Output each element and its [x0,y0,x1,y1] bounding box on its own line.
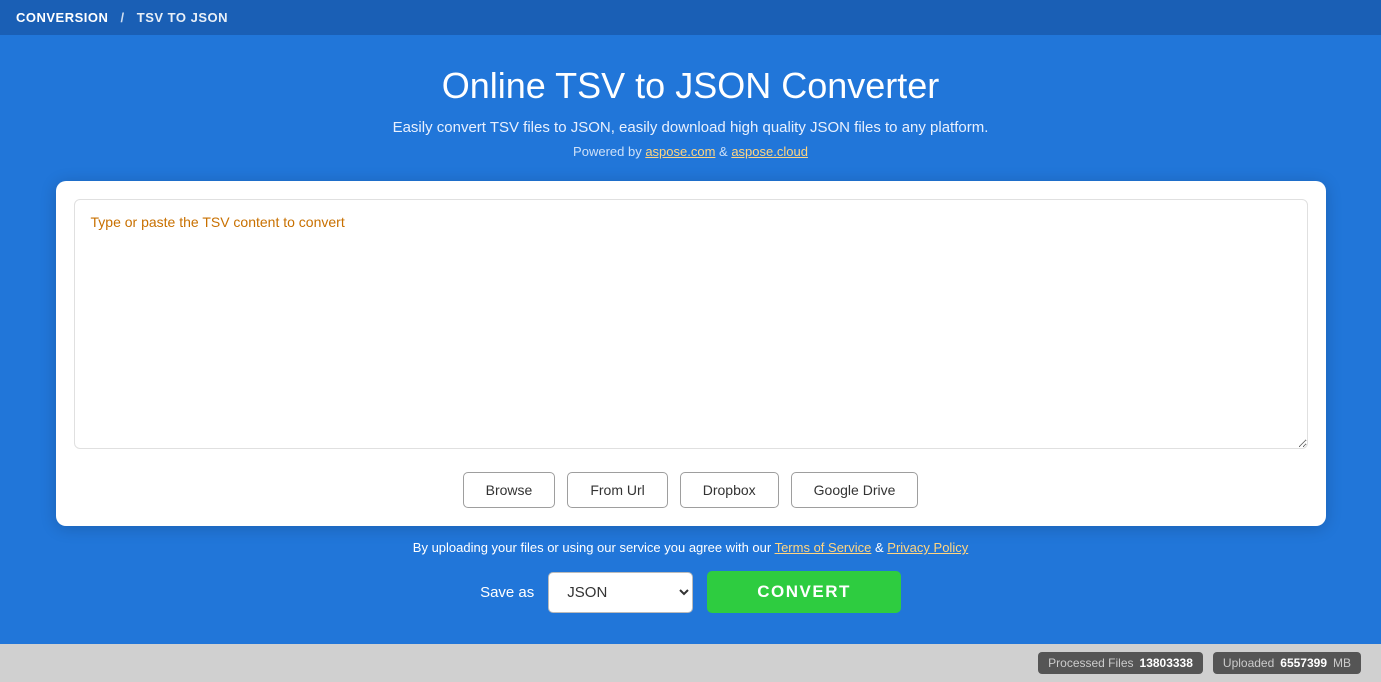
aspose-cloud-link[interactable]: aspose.cloud [731,144,808,159]
ampersand: & [715,144,731,159]
browse-button[interactable]: Browse [463,472,556,508]
uploaded-unit: MB [1333,656,1351,670]
uploaded-label: Uploaded [1223,656,1274,670]
powered-by: Powered by aspose.com & aspose.cloud [573,144,808,159]
google-drive-button[interactable]: Google Drive [791,472,919,508]
processed-files-value: 13803338 [1140,656,1193,670]
convert-button[interactable]: CONVERT [707,571,901,613]
powered-by-prefix: Powered by [573,144,645,159]
tsv-input[interactable] [74,199,1308,449]
subtitle: Easily convert TSV files to JSON, easily… [393,119,989,136]
from-url-button[interactable]: From Url [567,472,667,508]
converter-card: Browse From Url Dropbox Google Drive [56,181,1326,526]
breadcrumb-separator: / [121,10,125,25]
top-bar: CONVERSION / TSV TO JSON [0,0,1381,35]
terms-prefix: By uploading your files or using our ser… [413,540,775,555]
save-as-label: Save as [480,584,534,601]
processed-files-label: Processed Files [1048,656,1133,670]
uploaded-badge: Uploaded 6557399 MB [1213,652,1361,674]
terms-row: By uploading your files or using our ser… [413,540,968,555]
breadcrumb-current: TSV TO JSON [137,10,228,25]
convert-row: Save as JSON XML CSV TSV HTML CONVERT [480,571,901,613]
privacy-link[interactable]: Privacy Policy [887,540,968,555]
page-title: Online TSV to JSON Converter [442,65,940,107]
uploaded-value: 6557399 [1280,656,1327,670]
format-select[interactable]: JSON XML CSV TSV HTML [548,572,693,613]
aspose-com-link[interactable]: aspose.com [645,144,715,159]
file-buttons-row: Browse From Url Dropbox Google Drive [74,472,1308,508]
main-content: Online TSV to JSON Converter Easily conv… [0,35,1381,644]
terms-ampersand: & [871,540,887,555]
dropbox-button[interactable]: Dropbox [680,472,779,508]
footer-bar: Processed Files 13803338 Uploaded 655739… [0,644,1381,682]
tos-link[interactable]: Terms of Service [775,540,872,555]
breadcrumb: CONVERSION / TSV TO JSON [16,10,228,25]
processed-files-badge: Processed Files 13803338 [1038,652,1203,674]
breadcrumb-conversion[interactable]: CONVERSION [16,10,108,25]
